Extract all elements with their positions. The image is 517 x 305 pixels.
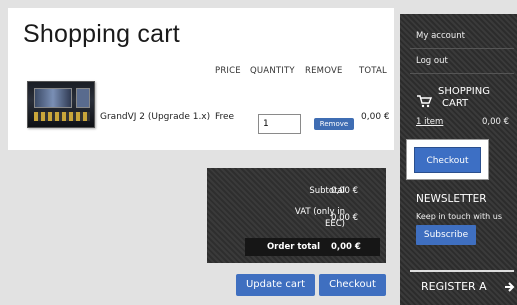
sidebar-divider xyxy=(410,270,514,272)
product-price: Free xyxy=(215,112,235,122)
column-header-quantity: QUANTITY xyxy=(250,66,295,76)
cart-total: 0,00 € xyxy=(482,117,510,127)
order-total-row: Order total 0,00 € xyxy=(245,238,380,256)
page-title: Shopping cart xyxy=(23,20,180,48)
newsletter-title: NEWSLETTER xyxy=(416,193,487,205)
sidebar-checkout-button[interactable]: Checkout xyxy=(414,147,481,173)
cart-icon xyxy=(417,95,432,108)
sidebar-divider xyxy=(410,48,514,49)
cart-panel: Shopping cart PRICE QUANTITY REMOVE TOTA… xyxy=(8,8,394,150)
product-name[interactable]: GrandVJ 2 (Upgrade 1.x) xyxy=(100,112,210,122)
update-cart-button[interactable]: Update cart xyxy=(236,274,315,296)
quantity-input[interactable] xyxy=(258,114,301,134)
checkout-button[interactable]: Checkout xyxy=(319,274,386,296)
cart-item-count[interactable]: 1 item xyxy=(416,117,443,127)
log-out-link[interactable]: Log out xyxy=(416,56,448,66)
totals-box: Subtotal 0,00 € VAT (only in EEC) 0,00 €… xyxy=(207,168,386,263)
my-account-link[interactable]: My account xyxy=(416,31,465,41)
product-total: 0,00 € xyxy=(361,112,390,122)
arrow-right-icon xyxy=(505,282,515,292)
product-thumbnail[interactable] xyxy=(27,81,95,128)
newsletter-text: Keep in touch with us xyxy=(416,212,503,221)
subscribe-button[interactable]: Subscribe xyxy=(416,225,476,245)
checkout-highlight: Checkout xyxy=(406,139,489,180)
vat-value: 0,00 € xyxy=(331,213,359,223)
column-header-remove: REMOVE xyxy=(305,66,343,76)
remove-button[interactable]: Remove xyxy=(314,118,354,130)
order-total-label: Order total xyxy=(266,242,320,252)
order-total-value: 0,00 € xyxy=(331,242,361,252)
subtotal-value: 0,00 € xyxy=(331,186,359,196)
register-link[interactable]: REGISTER A xyxy=(421,280,487,293)
shopping-cart-title: SHOPPING CART xyxy=(438,86,490,109)
sidebar-divider xyxy=(410,73,514,74)
column-header-total: TOTAL xyxy=(359,66,387,76)
column-header-price: PRICE xyxy=(215,66,241,76)
